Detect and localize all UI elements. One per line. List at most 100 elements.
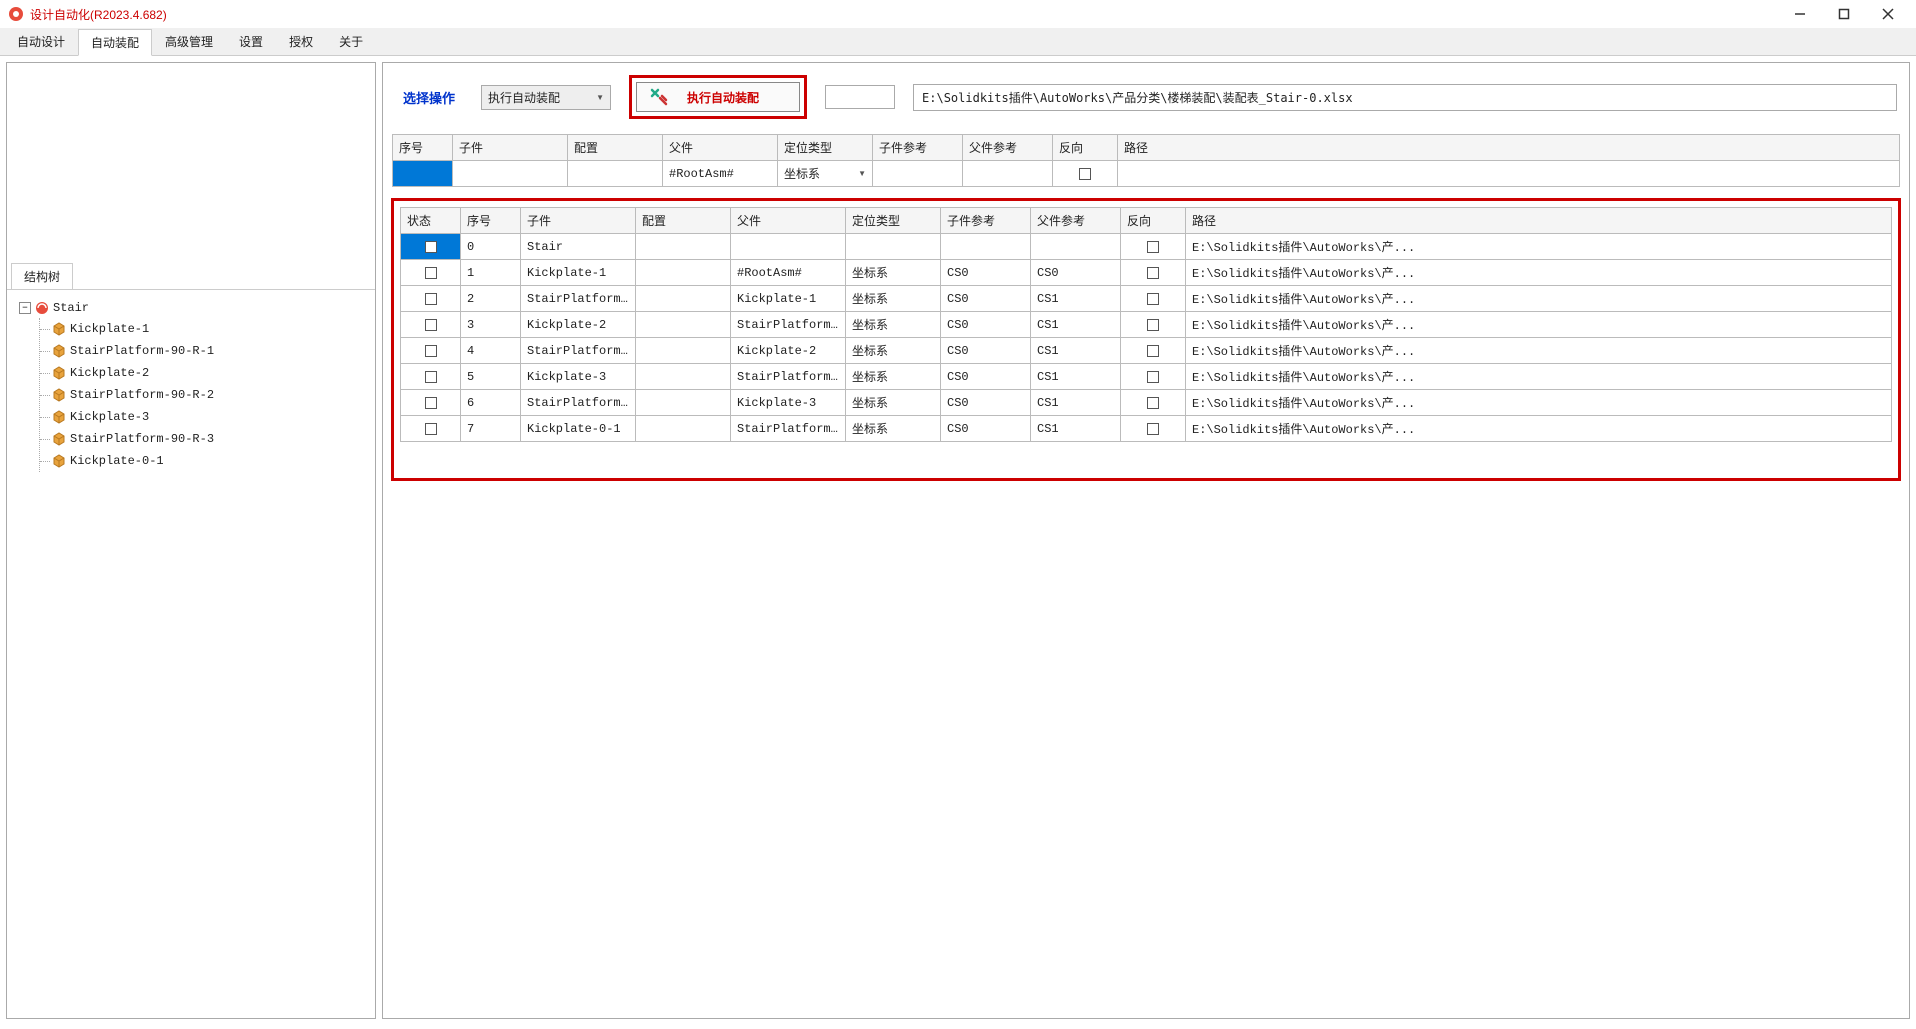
table-cell[interactable] [401, 390, 461, 416]
tree-item[interactable]: Kickplate-2 [52, 362, 363, 384]
column-header[interactable]: 父件参考 [1031, 208, 1121, 234]
table-cell[interactable]: 坐标系 [846, 390, 941, 416]
table-cell[interactable]: 7 [461, 416, 521, 442]
table-cell[interactable]: E:\Solidkits插件\AutoWorks\产... [1186, 260, 1892, 286]
checkbox[interactable] [1147, 293, 1159, 305]
table-cell[interactable] [401, 286, 461, 312]
table-cell[interactable] [1121, 390, 1186, 416]
table-cell[interactable] [401, 260, 461, 286]
column-header[interactable]: 定位类型 [778, 135, 873, 161]
column-header[interactable]: 状态 [401, 208, 461, 234]
checkbox[interactable] [1147, 423, 1159, 435]
table-cell[interactable] [1121, 338, 1186, 364]
column-header[interactable]: 父件参考 [963, 135, 1053, 161]
tree-item[interactable]: Kickplate-0-1 [52, 450, 363, 472]
table-cell[interactable]: CS0 [941, 390, 1031, 416]
column-header[interactable]: 反向 [1053, 135, 1118, 161]
table-row[interactable]: 1Kickplate-1#RootAsm#坐标系CS0CS0E:\Solidki… [401, 260, 1892, 286]
column-header[interactable]: 配置 [636, 208, 731, 234]
table-cell[interactable] [1121, 286, 1186, 312]
table-cell[interactable] [1121, 312, 1186, 338]
table-cell[interactable] [401, 234, 461, 260]
table-cell[interactable]: CS1 [1031, 312, 1121, 338]
table-cell[interactable]: Stair [521, 234, 636, 260]
table-cell[interactable]: 5 [461, 364, 521, 390]
table-row[interactable]: 4StairPlatform-90...Kickplate-2坐标系CS0CS1… [401, 338, 1892, 364]
column-header[interactable]: 子件参考 [941, 208, 1031, 234]
table-cell[interactable]: 坐标系 [846, 416, 941, 442]
table-cell[interactable]: 3 [461, 312, 521, 338]
tree-root-label[interactable]: Stair [53, 301, 89, 315]
operation-dropdown[interactable]: 执行自动装配 ▼ [481, 85, 611, 110]
table-cell[interactable] [941, 234, 1031, 260]
table-cell[interactable]: Kickplate-1 [521, 260, 636, 286]
table-cell[interactable]: 坐标系 [846, 338, 941, 364]
table-row[interactable]: 6StairPlatform-90... Kickplate-3坐标系CS0CS1… [401, 390, 1892, 416]
table-cell[interactable]: Kickplate-3 [731, 390, 846, 416]
table-cell[interactable]: CS1 [1031, 416, 1121, 442]
menu-item[interactable]: 授权 [276, 28, 326, 55]
checkbox[interactable] [1147, 397, 1159, 409]
checkbox[interactable] [425, 397, 437, 409]
table-row[interactable]: 3Kickplate-2StairPlatform-90...坐标系CS0CS1… [401, 312, 1892, 338]
column-header[interactable]: 序号 [393, 135, 453, 161]
table-cell[interactable]: StairPlatform-90... [521, 390, 636, 416]
table-cell[interactable] [1121, 416, 1186, 442]
table-cell[interactable]: #RootAsm# [663, 161, 778, 187]
table-cell[interactable] [636, 286, 731, 312]
column-header[interactable]: 子件参考 [873, 135, 963, 161]
table-cell[interactable] [873, 161, 963, 187]
table-cell[interactable] [568, 161, 663, 187]
table-cell[interactable] [636, 364, 731, 390]
tree-item[interactable]: StairPlatform-90-R-1 [52, 340, 363, 362]
table-cell[interactable]: 6 [461, 390, 521, 416]
table-cell[interactable]: StairPlatform-90... [731, 364, 846, 390]
checkbox[interactable] [1147, 319, 1159, 331]
table-cell[interactable] [636, 416, 731, 442]
table-cell[interactable] [401, 338, 461, 364]
menu-item[interactable]: 高级管理 [152, 28, 226, 55]
column-header[interactable]: 路径 [1118, 135, 1900, 161]
table-cell[interactable] [636, 260, 731, 286]
table-cell[interactable] [1121, 260, 1186, 286]
table-cell[interactable] [1121, 234, 1186, 260]
table-cell[interactable]: StairPlatform-90... [521, 286, 636, 312]
table-cell[interactable] [401, 312, 461, 338]
table-cell[interactable]: E:\Solidkits插件\AutoWorks\产... [1186, 416, 1892, 442]
menu-item[interactable]: 设置 [226, 28, 276, 55]
table-cell[interactable] [636, 338, 731, 364]
table-cell[interactable]: StairPlatform-90... [731, 312, 846, 338]
table-cell[interactable] [401, 364, 461, 390]
table-cell[interactable]: CS0 [941, 416, 1031, 442]
checkbox[interactable] [425, 345, 437, 357]
table-cell[interactable]: E:\Solidkits插件\AutoWorks\产... [1186, 390, 1892, 416]
column-header[interactable]: 子件 [453, 135, 568, 161]
execute-button[interactable]: 执行自动装配 [636, 82, 800, 112]
table-cell[interactable]: CS1 [1031, 364, 1121, 390]
table-cell[interactable]: E:\Solidkits插件\AutoWorks\产... [1186, 364, 1892, 390]
tree-collapse-icon[interactable]: − [19, 302, 31, 314]
checkbox[interactable] [1147, 371, 1159, 383]
checkbox[interactable] [425, 319, 437, 331]
table-cell[interactable]: Kickplate-2 [521, 312, 636, 338]
table-row[interactable]: 2StairPlatform-90...Kickplate-1坐标系CS0CS1… [401, 286, 1892, 312]
table-cell[interactable] [636, 234, 731, 260]
checkbox[interactable] [425, 267, 437, 279]
tree-tab[interactable]: 结构树 [11, 263, 73, 289]
table-cell[interactable]: 坐标系 [846, 260, 941, 286]
table-cell[interactable] [731, 234, 846, 260]
table-cell[interactable]: Kickplate-3 [521, 364, 636, 390]
table-cell[interactable]: E:\Solidkits插件\AutoWorks\产... [1186, 338, 1892, 364]
column-header[interactable]: 父件 [731, 208, 846, 234]
table-cell[interactable]: CS0 [941, 260, 1031, 286]
menu-item[interactable]: 自动设计 [4, 28, 78, 55]
column-header[interactable]: 子件 [521, 208, 636, 234]
small-input[interactable] [825, 85, 895, 109]
table-cell[interactable]: CS1 [1031, 338, 1121, 364]
column-header[interactable]: 路径 [1186, 208, 1892, 234]
tree-item[interactable]: Kickplate-3 [52, 406, 363, 428]
table-cell[interactable]: CS1 [1031, 390, 1121, 416]
column-header[interactable]: 序号 [461, 208, 521, 234]
table-row[interactable]: 7Kickplate-0-1StairPlatform-90...坐标系CS0C… [401, 416, 1892, 442]
table-cell[interactable]: CS0 [941, 364, 1031, 390]
